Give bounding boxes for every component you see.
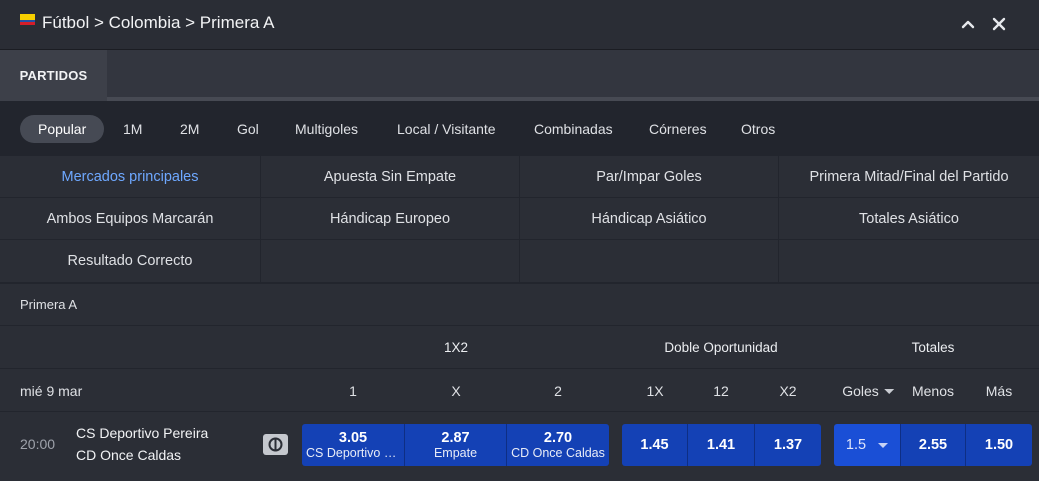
market-resultado-correcto[interactable]: Resultado Correcto — [0, 240, 261, 283]
league-name: Primera A — [20, 297, 78, 312]
odds-value: 3.05 — [338, 429, 368, 446]
market-totales-asiatico[interactable]: Totales Asiático — [779, 198, 1039, 240]
match-row: 20:00 CS Deportivo Pereira CD Once Calda… — [0, 412, 1039, 481]
market-handicap-asiatico[interactable]: Hándicap Asiático — [520, 198, 779, 240]
filter-combinadas[interactable]: Combinadas — [534, 115, 613, 143]
totals-line-selector[interactable]: 1.5 — [834, 424, 901, 466]
group-label-1x2: 1X2 — [443, 340, 469, 355]
column-label-x2: X2 — [779, 383, 797, 399]
tab-bar: PARTIDOS — [0, 50, 1039, 101]
market-grid: Mercados principales Apuesta Sin Empate … — [0, 156, 1039, 283]
market-apuesta-sin-empate[interactable]: Apuesta Sin Empate — [261, 156, 520, 198]
filter-local-visitante[interactable]: Local / Visitante — [397, 115, 496, 143]
odds-value: 1.41 — [706, 437, 736, 453]
odds-selection-label: CD Once Caldas — [511, 445, 605, 460]
colombia-flag-icon — [20, 14, 35, 25]
market-empty-cell — [520, 240, 779, 283]
market-handicap-europeo[interactable]: Hándicap Europeo — [261, 198, 520, 240]
filter-popular[interactable]: Popular — [20, 115, 105, 143]
column-label-menos: Menos — [911, 383, 955, 399]
market-par-impar-goles[interactable]: Par/Impar Goles — [520, 156, 779, 198]
filter-corneres[interactable]: Córneres — [649, 115, 707, 143]
odds-value: 1.37 — [773, 437, 803, 453]
market-primera-mitad-final[interactable]: Primera Mitad/Final del Partido — [779, 156, 1039, 198]
odds-value: 1.50 — [984, 437, 1014, 453]
filter-otros[interactable]: Otros — [741, 115, 775, 143]
filter-1m[interactable]: 1M — [123, 115, 142, 143]
odds-button-12[interactable]: 1.41 — [688, 424, 755, 466]
goles-dropdown[interactable]: Goles — [842, 383, 894, 399]
odds-button-1x[interactable]: 1.45 — [622, 424, 688, 466]
odds-value: 1.45 — [640, 437, 669, 453]
filter-2m[interactable]: 2M — [180, 115, 199, 143]
goles-label: Goles — [842, 383, 879, 399]
odds-button-over[interactable]: 1.50 — [966, 424, 1032, 466]
column-label-1: 1 — [349, 383, 357, 399]
breadcrumb[interactable]: Fútbol > Colombia > Primera A — [42, 13, 274, 33]
group-label-doble-oportunidad: Doble Oportunidad — [664, 340, 778, 355]
odds-button-away[interactable]: 2.70 CD Once Caldas — [507, 424, 609, 466]
match-date: mié 9 mar — [20, 383, 83, 399]
caret-down-icon — [878, 442, 889, 448]
page-header: Fútbol > Colombia > Primera A — [0, 0, 1039, 50]
odds-selection-label: CS Deportivo Pereira — [306, 445, 400, 460]
stream-icon[interactable] — [263, 434, 288, 455]
odds-selection-label: Empate — [433, 445, 478, 460]
league-row: Primera A — [0, 284, 1039, 326]
column-label-mas: Más — [985, 383, 1013, 399]
filter-multigoles[interactable]: Multigoles — [295, 115, 358, 143]
column-header-row: mié 9 mar 1 X 2 1X 12 X2 Goles Menos Más — [0, 369, 1039, 412]
match-time: 20:00 — [20, 436, 56, 452]
odds-button-draw[interactable]: 2.87 Empate — [405, 424, 507, 466]
market-empty-cell — [261, 240, 520, 283]
odds-button-x2[interactable]: 1.37 — [755, 424, 821, 466]
tab-partidos[interactable]: PARTIDOS — [0, 50, 107, 101]
close-icon[interactable] — [987, 12, 1011, 36]
odds-button-home[interactable]: 3.05 CS Deportivo Pereira — [302, 424, 405, 466]
filter-bar: Popular 1M 2M Gol Multigoles Local / Vis… — [0, 101, 1039, 156]
column-label-12: 12 — [713, 383, 729, 399]
totals-line-value: 1.5 — [845, 437, 867, 453]
filter-gol[interactable]: Gol — [237, 115, 259, 143]
market-empty-cell — [779, 240, 1039, 283]
column-label-2: 2 — [554, 383, 562, 399]
market-mercados-principales[interactable]: Mercados principales — [0, 156, 261, 198]
group-label-totales: Totales — [911, 340, 955, 355]
chevron-up-icon[interactable] — [956, 12, 980, 36]
home-team[interactable]: CS Deportivo Pereira — [76, 425, 208, 441]
market-group-header: 1X2 Doble Oportunidad Totales — [0, 326, 1039, 369]
odds-button-under[interactable]: 2.55 — [901, 424, 966, 466]
odds-value: 2.55 — [918, 437, 948, 453]
column-label-x: X — [451, 383, 461, 399]
odds-value: 2.87 — [441, 429, 470, 446]
caret-down-icon — [883, 388, 894, 394]
odds-value: 2.70 — [543, 429, 573, 446]
market-ambos-equipos-marcaran[interactable]: Ambos Equipos Marcarán — [0, 198, 261, 240]
away-team[interactable]: CD Once Caldas — [76, 447, 181, 463]
column-label-1x: 1X — [646, 383, 664, 399]
